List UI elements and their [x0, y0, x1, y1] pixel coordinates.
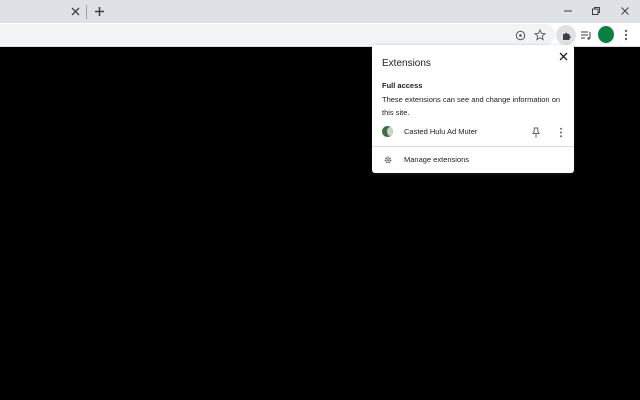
browser-toolbar: [0, 23, 640, 47]
popup-title: Extensions: [382, 58, 431, 69]
extension-name: Casted Hulu Ad Muter: [404, 127, 478, 136]
plus-icon[interactable]: [92, 4, 107, 19]
close-icon[interactable]: [557, 50, 569, 62]
gear-icon: [383, 155, 393, 165]
extension-item[interactable]: Casted Hulu Ad Muter: [372, 123, 574, 141]
pin-icon[interactable]: [531, 126, 541, 138]
close-icon[interactable]: [69, 5, 82, 18]
extension-logo-icon: [382, 126, 393, 137]
address-bar[interactable]: [0, 24, 555, 45]
media-queue-icon[interactable]: [577, 26, 595, 44]
more-options-icon[interactable]: [556, 126, 566, 138]
title-bar: [0, 0, 640, 23]
browser-tab[interactable]: [0, 0, 85, 23]
divider: [372, 146, 574, 147]
section-description: These extensions can see and change info…: [382, 95, 561, 117]
kebab-menu-icon[interactable]: [617, 26, 635, 44]
manage-extensions-button[interactable]: Manage extensions: [372, 152, 574, 168]
restore-icon[interactable]: [588, 3, 604, 19]
avatar[interactable]: [598, 26, 614, 43]
minimize-icon[interactable]: [560, 3, 576, 19]
tab-separator: [86, 5, 87, 19]
puzzle-icon[interactable]: [556, 25, 576, 45]
star-icon[interactable]: [531, 26, 549, 44]
manage-extensions-label: Manage extensions: [404, 155, 470, 164]
close-icon[interactable]: [617, 3, 633, 19]
lens-icon[interactable]: [511, 26, 529, 44]
section-title: Full access: [382, 81, 423, 90]
extensions-popup: Extensions Full access These extensions …: [372, 45, 574, 173]
